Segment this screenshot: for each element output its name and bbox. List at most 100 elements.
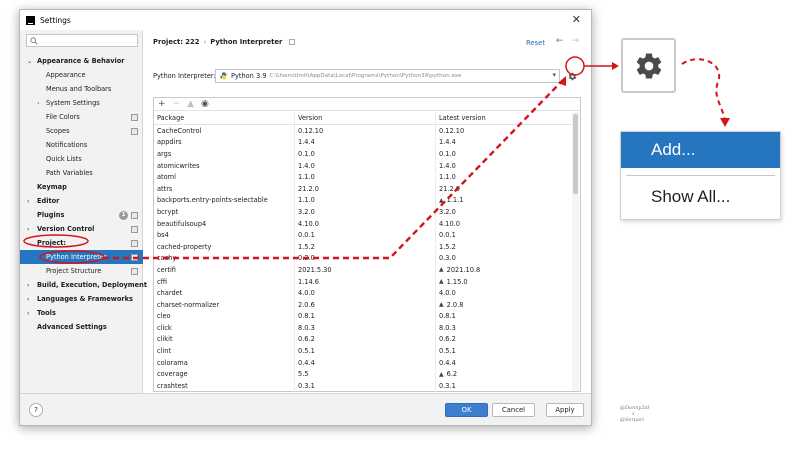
- table-row[interactable]: cached-property 1.5.2 1.5.2: [154, 240, 571, 253]
- chevron-right-icon[interactable]: ›: [27, 226, 29, 233]
- table-row[interactable]: chardet 4.0.0 4.0.0: [154, 287, 571, 299]
- upgrade-package-icon[interactable]: ▲: [187, 99, 194, 109]
- package-version-cell: 5.5: [295, 368, 436, 381]
- show-early-releases-icon[interactable]: ◉: [201, 99, 209, 109]
- sidebar-item-version-control[interactable]: › Version Control: [20, 222, 143, 236]
- sidebar-item-languages-frameworks[interactable]: › Languages & Frameworks: [20, 292, 143, 306]
- sidebar-item-keymap[interactable]: Keymap: [20, 180, 143, 194]
- table-row[interactable]: atoml 1.1.0 1.1.0: [154, 171, 571, 183]
- sidebar-item-quick-lists[interactable]: Quick Lists: [20, 152, 143, 166]
- sidebar-item-appearance-behavior[interactable]: ⌄ Appearance & Behavior: [20, 54, 143, 68]
- sidebar-item-project-structure[interactable]: Project Structure: [20, 264, 143, 278]
- header-latest-version[interactable]: Latest version: [436, 112, 571, 124]
- cancel-button[interactable]: Cancel: [492, 403, 535, 417]
- sidebar-item-menus-and-toolbars[interactable]: Menus and Toolbars: [20, 82, 143, 96]
- sidebar-item-path-variables[interactable]: Path Variables: [20, 166, 143, 180]
- apply-button[interactable]: Apply: [546, 403, 584, 417]
- sidebar-item-appearance[interactable]: Appearance: [20, 68, 143, 82]
- table-row[interactable]: click 8.0.3 8.0.3: [154, 322, 571, 334]
- package-latest-cell: 4.10.0: [436, 218, 571, 230]
- table-row[interactable]: beautifulsoup4 4.10.0 4.10.0: [154, 217, 571, 230]
- chevron-right-icon[interactable]: ›: [27, 198, 29, 205]
- table-row[interactable]: cachy 0.3.0 0.3.0: [154, 252, 571, 265]
- interpreter-select[interactable]: Python 3.9 C:\Users\tlmit\AppData\Local\…: [215, 69, 560, 83]
- sidebar-item-notifications[interactable]: Notifications: [20, 138, 143, 152]
- add-package-icon[interactable]: +: [158, 99, 166, 109]
- sidebar-item-advanced-settings[interactable]: Advanced Settings: [20, 320, 143, 334]
- project-scope-icon: [289, 39, 296, 45]
- package-latest-cell: 0.5.1: [436, 345, 571, 357]
- menu-item-add[interactable]: Add...: [621, 132, 780, 168]
- reset-link[interactable]: Reset: [526, 39, 545, 47]
- table-row[interactable]: atomicwrites 1.4.0 1.4.0: [154, 159, 571, 172]
- sidebar-item-scopes[interactable]: Scopes: [20, 124, 143, 138]
- sidebar-item-tools[interactable]: › Tools: [20, 306, 143, 320]
- gear-icon: [568, 72, 577, 81]
- sidebar-item-build-execution-deployment[interactable]: › Build, Execution, Deployment: [20, 278, 147, 292]
- table-row[interactable]: attrs 21.2.0 21.2.0: [154, 182, 571, 195]
- table-row[interactable]: args 0.1.0 0.1.0: [154, 148, 571, 160]
- sidebar-item-project[interactable]: ⌄ Project:: [20, 236, 143, 250]
- chevron-right-icon[interactable]: ›: [27, 282, 29, 289]
- package-latest-cell: ▲ 1.15.0: [436, 276, 571, 288]
- header-package[interactable]: Package: [154, 112, 295, 124]
- chevron-down-icon[interactable]: ⌄: [27, 240, 32, 247]
- table-row[interactable]: bcrypt 3.2.0 3.2.0: [154, 206, 571, 218]
- package-version-cell: 2.0.6: [295, 298, 436, 311]
- chevron-right-icon[interactable]: ›: [27, 310, 29, 317]
- interpreter-gear-button[interactable]: [564, 68, 581, 85]
- chevron-right-icon[interactable]: ›: [37, 100, 39, 107]
- table-row[interactable]: bs4 0.0.1 0.0.1: [154, 229, 571, 241]
- watermark-line-3: @Serpari: [620, 417, 644, 423]
- help-button[interactable]: ?: [29, 403, 43, 417]
- sidebar-item-label: Appearance: [46, 71, 86, 79]
- table-row[interactable]: appdirs 1.4.4 1.4.4: [154, 136, 571, 149]
- sidebar-item-python-interpreter[interactable]: Python Interpreter: [20, 250, 143, 264]
- close-icon[interactable]: ✕: [572, 13, 581, 26]
- table-row[interactable]: cffi 1.14.6 ▲ 1.15.0: [154, 275, 571, 288]
- chevron-down-icon[interactable]: ⌄: [27, 58, 32, 65]
- package-name-cell: beautifulsoup4: [154, 217, 295, 230]
- gear-callout: [621, 38, 676, 93]
- table-row[interactable]: crashtest 0.3.1 0.3.1: [154, 380, 571, 392]
- forward-arrow-icon[interactable]: →: [571, 36, 579, 46]
- header-version[interactable]: Version: [295, 112, 436, 124]
- table-row[interactable]: clikit 0.6.2 0.6.2: [154, 333, 571, 346]
- latest-version-text: 0.3.1: [439, 381, 456, 390]
- table-row[interactable]: charset-normalizer 2.0.6 ▲ 2.0.8: [154, 298, 571, 311]
- package-version-cell: 2021.5.30: [295, 264, 436, 276]
- author-watermark: @Danny2id x @Serpari: [620, 405, 649, 423]
- package-name-cell: cachy: [154, 252, 295, 265]
- arrowhead-to-callout: [612, 62, 619, 70]
- table-row[interactable]: cleo 0.8.1 0.8.1: [154, 310, 571, 323]
- scrollbar-thumb[interactable]: [573, 114, 578, 194]
- sidebar-item-label: Advanced Settings: [37, 323, 107, 331]
- package-name-cell: crashtest: [154, 380, 295, 392]
- ok-button[interactable]: OK: [445, 403, 488, 417]
- table-row[interactable]: CacheControl 0.12.10 0.12.10: [154, 125, 571, 137]
- package-version-cell: 0.0.1: [295, 229, 436, 241]
- upgrade-available-icon: ▲: [439, 196, 444, 204]
- menu-item-show-all[interactable]: Show All...: [621, 180, 780, 214]
- breadcrumb-page: Python Interpreter: [210, 38, 283, 46]
- search-icon: [30, 36, 38, 44]
- chevron-right-icon[interactable]: ›: [27, 296, 29, 303]
- back-arrow-icon[interactable]: ←: [556, 36, 564, 46]
- table-row[interactable]: colorama 0.4.4 0.4.4: [154, 356, 571, 369]
- search-input[interactable]: [26, 34, 138, 47]
- table-row[interactable]: certifi 2021.5.30 ▲ 2021.10.8: [154, 264, 571, 276]
- package-name-cell: certifi: [154, 264, 295, 276]
- table-body: CacheControl 0.12.10 0.12.10 appdirs 1.4.4 1.…: [154, 125, 571, 392]
- remove-package-icon[interactable]: −: [173, 99, 181, 109]
- sidebar-item-file-colors[interactable]: File Colors: [20, 110, 143, 124]
- package-latest-cell: 0.8.1: [436, 311, 571, 323]
- sidebar-item-system-settings[interactable]: › System Settings: [20, 96, 143, 110]
- table-row[interactable]: coverage 5.5 ▲ 6.2: [154, 368, 571, 381]
- table-row[interactable]: backports.entry-points-selectable 1.1.0 ▲ 1…: [154, 194, 571, 207]
- table-row[interactable]: clint 0.5.1 0.5.1: [154, 345, 571, 357]
- sidebar-item-plugins[interactable]: Plugins 1: [20, 208, 143, 222]
- sidebar-item-editor[interactable]: › Editor: [20, 194, 143, 208]
- vertical-scrollbar[interactable]: [572, 112, 579, 391]
- package-version-cell: 1.14.6: [295, 275, 436, 288]
- package-name-cell: atoml: [154, 171, 295, 183]
